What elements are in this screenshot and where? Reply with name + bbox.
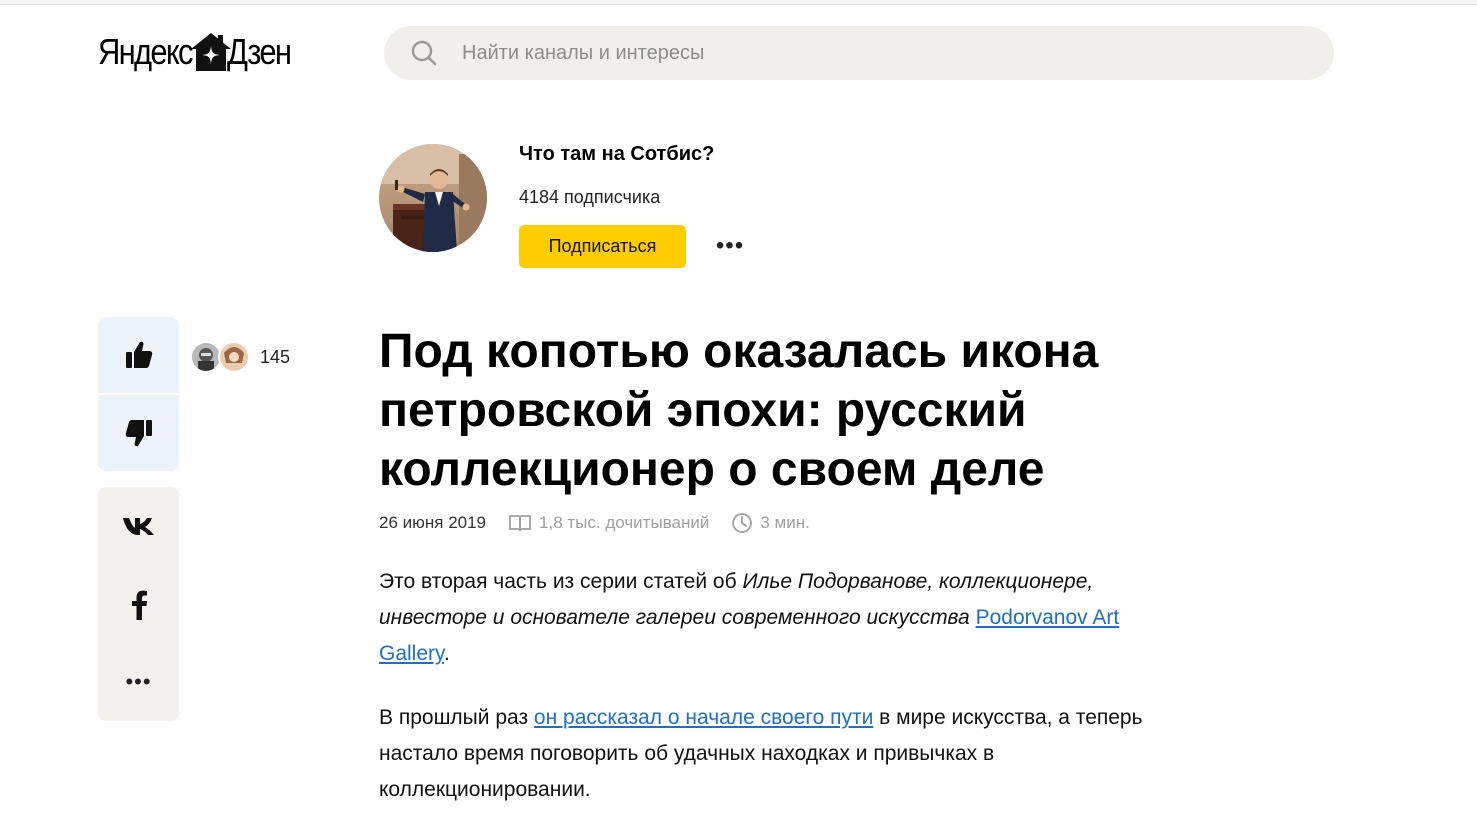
share-vk-button[interactable] (98, 487, 179, 565)
share-more-label: ••• (125, 669, 152, 694)
subscriber-count: 4184 подписчика (519, 187, 661, 207)
auctioneer-photo (379, 144, 487, 252)
reads-info: 1,8 тыс. дочитываний (508, 513, 709, 533)
facebook-icon (131, 590, 147, 620)
search-input[interactable] (460, 40, 1284, 66)
publish-date: 26 июня 2019 (379, 513, 487, 532)
book-icon (509, 515, 531, 532)
search-bar[interactable] (384, 26, 1334, 80)
logo-text-yandex: Яндекс (98, 31, 194, 72)
p1-text: Это вторая часть из серии статей об (379, 570, 743, 593)
channel-name[interactable]: Что там на Сотбис? (519, 143, 714, 166)
reads-count: 1,8 тыс. дочитываний (539, 513, 710, 532)
thumbs-up-icon (125, 341, 152, 368)
top-border (0, 0, 1477, 5)
p2-text-start: В прошлый раз (379, 706, 534, 729)
thumbs-down-icon (125, 420, 152, 447)
share-more-icon[interactable]: ••• (98, 643, 179, 721)
share-panel: ••• (98, 487, 179, 721)
likers-summary[interactable]: 145 (190, 341, 290, 373)
article-title: Под копотью оказалась икона петровской э… (379, 325, 1099, 496)
read-time-info: 3 мин. (731, 512, 810, 534)
liker-avatar (218, 341, 250, 373)
read-time: 3 мин. (760, 513, 810, 532)
clock-icon (732, 513, 753, 533)
previous-article-link[interactable]: он рассказал о начале своего пути (534, 706, 873, 729)
article-paragraph-2: В прошлый раз он рассказал о начале свое… (379, 700, 1194, 808)
share-facebook-button[interactable] (98, 565, 179, 643)
subscribe-button[interactable]: Подписаться (519, 225, 686, 268)
p1-end: . (443, 642, 450, 665)
article-paragraph-1: Это вторая часть из серии статей об Илье… (379, 564, 1194, 672)
vk-icon (122, 518, 154, 535)
logo-text-zen: Дзен (227, 31, 292, 72)
search-icon (411, 40, 437, 66)
yandex-zen-logo[interactable]: Яндекс Дзен (98, 32, 301, 72)
channel-avatar[interactable] (379, 144, 487, 252)
reactions-panel (98, 317, 179, 471)
article-meta: 26 июня 2019 1,8 тыс. дочитываний 3 мин. (379, 511, 810, 535)
like-button[interactable] (98, 317, 179, 393)
dislike-button[interactable] (98, 393, 179, 471)
channel-more-icon[interactable]: ••• (714, 232, 746, 260)
likes-count: 145 (260, 346, 291, 367)
